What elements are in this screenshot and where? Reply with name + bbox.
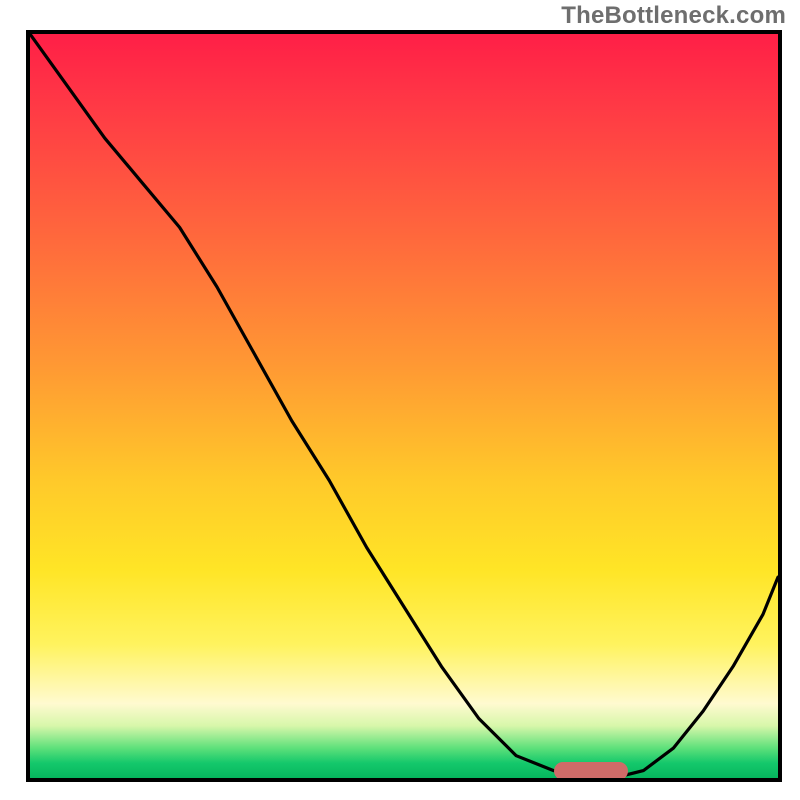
optimal-range-marker <box>554 762 629 780</box>
watermark-text: TheBottleneck.com <box>561 2 786 30</box>
chart-container: TheBottleneck.com <box>0 0 800 800</box>
bottleneck-curve <box>30 34 778 778</box>
plot-area <box>26 30 782 782</box>
curve-path <box>30 34 778 778</box>
